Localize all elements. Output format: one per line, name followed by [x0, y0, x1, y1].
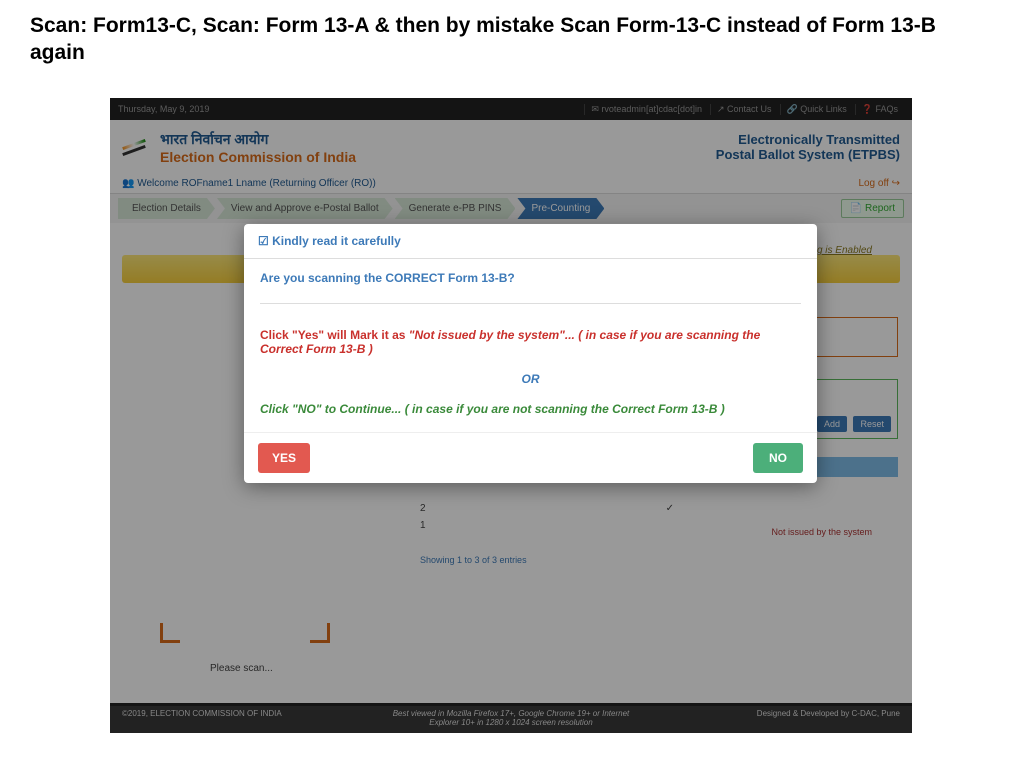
no-button[interactable]: NO	[753, 443, 803, 473]
modal-no-instruction: Click "NO" to Continue... ( in case if y…	[260, 402, 801, 416]
modal-header: Kindly read it carefully	[244, 224, 817, 259]
modal-yes-instruction: Click "Yes" will Mark it as "Not issued …	[260, 328, 801, 356]
modal-or-text: OR	[260, 372, 801, 386]
divider	[260, 303, 801, 304]
yes-button[interactable]: YES	[258, 443, 310, 473]
slide-title: Scan: Form13-C, Scan: Form 13-A & then b…	[0, 0, 1024, 75]
footer-copyright: ©2019, ELECTION COMMISSION OF INDIA	[122, 709, 381, 727]
footer-developer: Designed & Developed by C-DAC, Pune	[641, 709, 900, 727]
footer: ©2019, ELECTION COMMISSION OF INDIA Best…	[110, 703, 912, 733]
footer-browser-info: Best viewed in Mozilla Firefox 17+, Goog…	[381, 709, 640, 727]
confirmation-modal: Kindly read it carefully Are you scannin…	[244, 224, 817, 483]
modal-footer: YES NO	[244, 432, 817, 483]
modal-question: Are you scanning the CORRECT Form 13-B?	[260, 271, 801, 285]
